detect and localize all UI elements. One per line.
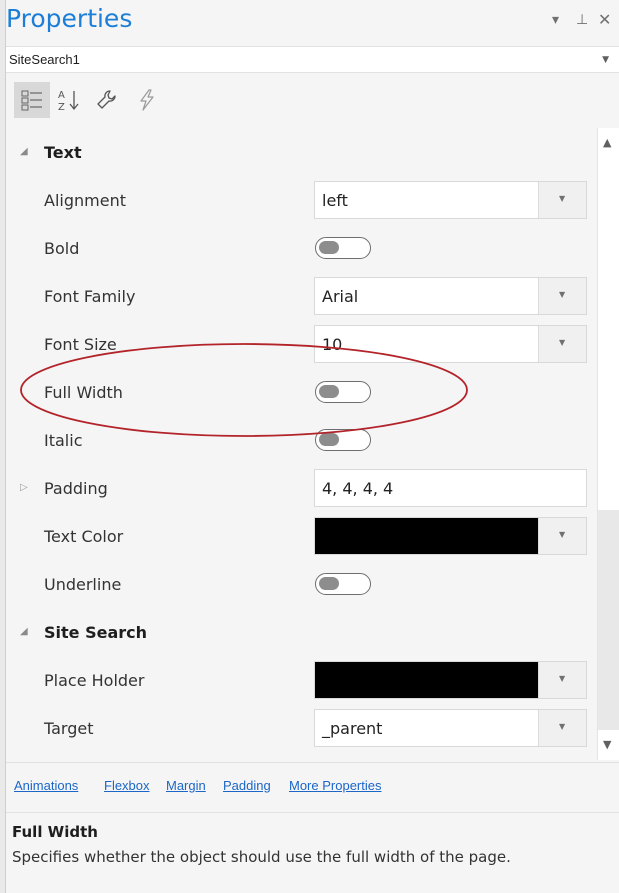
property-row-italic: Italic — [6, 416, 593, 464]
property-label: Text Color — [44, 527, 124, 546]
collapse-triangle-icon[interactable]: ◢ — [20, 626, 28, 637]
property-label: Full Width — [44, 383, 123, 402]
link-flexbox[interactable]: Flexbox — [104, 778, 150, 793]
category-site-search[interactable]: ◢ Site Search — [6, 608, 593, 656]
target-dropdown[interactable]: _parent ▼ — [314, 709, 587, 747]
categorized-view-button[interactable] — [14, 82, 50, 118]
chevron-down-icon: ▼ — [559, 194, 566, 203]
chevron-down-icon: ▼ — [559, 338, 566, 347]
property-label: Font Family — [44, 287, 136, 306]
chevron-down-icon[interactable]: ▼ — [602, 55, 609, 65]
toggle-knob — [319, 241, 339, 254]
properties-view-button[interactable] — [89, 82, 125, 118]
property-label: Underline — [44, 575, 122, 594]
link-animations[interactable]: Animations — [14, 778, 78, 793]
quick-links-bar: Animations Flexbox Margin Padding More P… — [6, 762, 619, 810]
panel-titlebar: Properties ▾ ⊥ ✕ — [6, 0, 619, 44]
color-swatch — [315, 518, 539, 554]
dropdown-value: left — [322, 191, 348, 210]
category-label: Text — [44, 143, 82, 162]
font-size-dropdown[interactable]: 10 ▼ — [314, 325, 587, 363]
toggle-knob — [319, 577, 339, 590]
object-selector[interactable]: SiteSearch1 ▼ — [6, 46, 619, 73]
property-row-underline: Underline — [6, 560, 593, 608]
italic-toggle[interactable] — [315, 429, 371, 451]
full-width-toggle[interactable] — [315, 381, 371, 403]
panel-options-dropdown-icon[interactable]: ▾ — [552, 12, 559, 28]
vertical-scrollbar[interactable]: ▲ ▼ — [597, 128, 619, 760]
property-row-full-width: Full Width — [6, 368, 593, 416]
category-text[interactable]: ◢ Text — [6, 128, 593, 176]
property-label: Italic — [44, 431, 83, 450]
chevron-down-icon: ▼ — [559, 530, 566, 539]
category-label: Site Search — [44, 623, 148, 642]
dropdown-button[interactable]: ▼ — [538, 518, 586, 554]
dropdown-value: Arial — [322, 287, 359, 306]
property-row-place-holder: Place Holder ▼ — [6, 656, 593, 704]
color-swatch — [315, 662, 539, 698]
property-row-font-family: Font Family Arial ▼ — [6, 272, 593, 320]
chevron-down-icon: ▼ — [559, 674, 566, 683]
properties-panel: Properties ▾ ⊥ ✕ SiteSearch1 ▼ A Z ◢ Tex… — [6, 0, 619, 893]
events-view-button[interactable] — [129, 82, 165, 118]
collapse-triangle-icon[interactable]: ◢ — [20, 146, 28, 157]
expand-triangle-icon[interactable]: ▷ — [20, 482, 28, 493]
property-label: Bold — [44, 239, 80, 258]
svg-text:A: A — [58, 90, 65, 101]
dropdown-button[interactable]: ▼ — [538, 278, 586, 314]
underline-toggle[interactable] — [315, 573, 371, 595]
sort-az-icon: A Z — [58, 90, 79, 112]
dropdown-value: _parent — [322, 719, 383, 738]
padding-input[interactable]: 4, 4, 4, 4 — [314, 469, 587, 507]
dropdown-value: 10 — [322, 335, 343, 354]
categorized-icon — [21, 90, 42, 111]
property-grid: ◢ Text Alignment left ▼ Bold Font Family… — [6, 128, 619, 760]
description-text: Specifies whether the object should use … — [12, 848, 511, 866]
scroll-down-arrow-icon[interactable]: ▼ — [603, 738, 611, 751]
pin-icon[interactable]: ⊥ — [576, 12, 588, 28]
font-family-dropdown[interactable]: Arial ▼ — [314, 277, 587, 315]
property-label: Font Size — [44, 335, 117, 354]
svg-text:Z: Z — [58, 102, 65, 112]
close-icon[interactable]: ✕ — [598, 10, 611, 29]
object-selector-value: SiteSearch1 — [9, 52, 80, 67]
property-label: Padding — [44, 479, 108, 498]
property-label: Place Holder — [44, 671, 145, 690]
place-holder-color-picker[interactable]: ▼ — [314, 661, 587, 699]
property-row-text-color: Text Color ▼ — [6, 512, 593, 560]
chevron-down-icon: ▼ — [559, 290, 566, 299]
dropdown-button[interactable]: ▼ — [538, 326, 586, 362]
wrench-icon — [97, 90, 116, 109]
bold-toggle[interactable] — [315, 237, 371, 259]
panel-title: Properties — [6, 4, 133, 33]
description-pane: Full Width Specifies whether the object … — [6, 812, 619, 893]
properties-toolbar: A Z — [6, 74, 619, 124]
dropdown-button[interactable]: ▼ — [538, 662, 586, 698]
property-row-alignment: Alignment left ▼ — [6, 176, 593, 224]
input-value: 4, 4, 4, 4 — [322, 479, 394, 498]
chevron-down-icon: ▼ — [559, 722, 566, 731]
dropdown-button[interactable]: ▼ — [538, 710, 586, 746]
toggle-knob — [319, 385, 339, 398]
property-label: Alignment — [44, 191, 126, 210]
property-row-font-size: Font Size 10 ▼ — [6, 320, 593, 368]
alignment-dropdown[interactable]: left ▼ — [314, 181, 587, 219]
link-padding[interactable]: Padding — [223, 778, 271, 793]
property-row-padding: ▷ Padding 4, 4, 4, 4 — [6, 464, 593, 512]
link-more-properties[interactable]: More Properties — [289, 778, 381, 793]
description-title: Full Width — [12, 823, 98, 841]
lightning-icon — [140, 89, 154, 111]
scroll-up-arrow-icon[interactable]: ▲ — [603, 136, 611, 149]
link-margin[interactable]: Margin — [166, 778, 206, 793]
toggle-knob — [319, 433, 339, 446]
dropdown-button[interactable]: ▼ — [538, 182, 586, 218]
text-color-picker[interactable]: ▼ — [314, 517, 587, 555]
property-row-target: Target _parent ▼ — [6, 704, 593, 752]
property-label: Target — [44, 719, 94, 738]
alphabetical-view-button[interactable]: A Z — [51, 82, 87, 118]
scrollbar-track[interactable] — [598, 510, 619, 730]
property-row-bold: Bold — [6, 224, 593, 272]
